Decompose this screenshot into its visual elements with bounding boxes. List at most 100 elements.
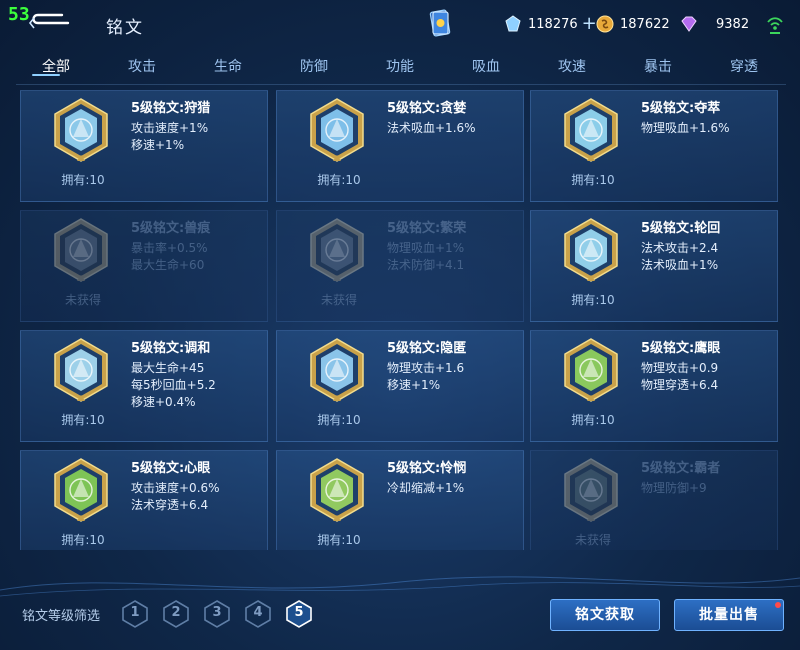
rune-name: 5级铭文:兽痕 — [131, 221, 211, 236]
gold-coin-icon — [596, 15, 614, 33]
rune-grid: 拥有:10 5级铭文:狩猎 攻击速度+1% 移速+1% 拥有:10 5级铭文:贪婪 法术吸血… — [20, 90, 780, 550]
rune-stat: 物理穿透+6.4 — [641, 378, 719, 392]
rune-card[interactable]: 拥有:10 5级铭文:怜悯 冷却缩减+1% — [276, 450, 524, 550]
owned-count: 拥有:10 — [571, 413, 615, 427]
rune-card[interactable]: 拥有:10 5级铭文:夺萃 物理吸血+1.6% — [530, 90, 778, 202]
rune-card[interactable]: 拥有:10 5级铭文:鹰眼 物理攻击+0.9 物理穿透+6.4 — [530, 330, 778, 442]
owned-count: 未获得 — [320, 293, 357, 307]
wifi-icon — [767, 17, 783, 34]
harmony-rune-icon — [54, 338, 108, 402]
rune-stat: 物理攻击+1.6 — [387, 361, 465, 375]
owned-count: 拥有:10 — [571, 293, 615, 307]
rune-name: 5级铭文:轮回 — [641, 221, 721, 236]
diamond-balance: 118276 + — [504, 12, 597, 36]
fps-counter: 53 — [8, 4, 30, 25]
rune-stat: 法术吸血+1.6% — [387, 121, 476, 135]
rune-acquire-button[interactable]: 铭文获取 — [550, 599, 660, 631]
owned-count: 拥有:10 — [317, 173, 361, 187]
level-filter-1[interactable]: 1 — [122, 600, 148, 628]
rune-stat: 法术攻击+2.4 — [641, 241, 719, 255]
rune-stat: 法术吸血+1% — [641, 258, 719, 272]
level-filter-5[interactable]: 5 — [286, 600, 312, 628]
gold-value: 187622 — [620, 16, 670, 32]
rune-stat: 法术防御+4.1 — [387, 258, 465, 272]
rune-name: 5级铭文:贪婪 — [387, 101, 467, 116]
bulk-sell-button[interactable]: 批量出售 — [674, 599, 784, 631]
rune-name: 5级铭文:调和 — [131, 341, 211, 356]
rune-stat: 物理吸血+1.6% — [641, 121, 730, 135]
rune-stat: 攻击速度+0.6% — [131, 481, 220, 495]
prosperity-rune-icon — [310, 218, 364, 282]
tab-2[interactable]: 生命 — [198, 56, 258, 76]
hunting-rune-icon — [54, 98, 108, 162]
tab-3[interactable]: 防御 — [284, 56, 344, 76]
rune-stat: 移速+1% — [387, 378, 441, 392]
tab-6[interactable]: 攻速 — [542, 56, 602, 76]
rune-card[interactable]: 未获得 5级铭文:霸者 物理防御+9 — [530, 450, 778, 550]
back-arrow-icon[interactable] — [28, 12, 70, 34]
rune-name: 5级铭文:心眼 — [131, 461, 211, 476]
owned-count: 拥有:10 — [571, 173, 615, 187]
rune-card[interactable]: 拥有:10 5级铭文:心眼 攻击速度+0.6% 法术穿透+6.4 — [20, 450, 268, 550]
stealth-rune-icon — [310, 338, 364, 402]
tab-4[interactable]: 功能 — [370, 56, 430, 76]
tab-8[interactable]: 穿透 — [714, 56, 774, 76]
rune-card[interactable]: 拥有:10 5级铭文:贪婪 法术吸血+1.6% — [276, 90, 524, 202]
level-filter-2[interactable]: 2 — [163, 600, 189, 628]
rune-card[interactable]: 未获得 5级铭文:兽痕 暴击率+0.5% 最大生命+60 — [20, 210, 268, 322]
rune-stat: 暴击率+0.5% — [131, 241, 208, 255]
active-tab-indicator — [32, 74, 60, 76]
owned-count: 未获得 — [574, 533, 611, 547]
rune-stat: 最大生命+60 — [131, 258, 205, 272]
rune-card[interactable]: 拥有:10 5级铭文:隐匿 物理攻击+1.6 移速+1% — [276, 330, 524, 442]
bulk-sell-label: 批量出售 — [699, 607, 759, 623]
rune-card[interactable]: 拥有:10 5级铭文:狩猎 攻击速度+1% 移速+1% — [20, 90, 268, 202]
gem-icon — [681, 16, 697, 32]
diamond-icon — [505, 15, 521, 32]
gem-balance: 9382 — [680, 12, 749, 36]
tab-0[interactable]: 全部 — [26, 56, 86, 76]
rune-stat: 移速+1% — [131, 138, 185, 152]
level-filter-4[interactable]: 4 — [245, 600, 271, 628]
rune-name: 5级铭文:繁荣 — [387, 221, 467, 236]
cycle-rune-icon — [564, 218, 618, 282]
tab-7[interactable]: 暴击 — [628, 56, 688, 76]
mercy-rune-icon — [310, 458, 364, 522]
owned-count: 拥有:10 — [61, 533, 105, 547]
rune-name: 5级铭文:隐匿 — [387, 341, 467, 356]
rune-card[interactable]: 拥有:10 5级铭文:调和 最大生命+45 每5秒回血+5.2 移速+0.4% — [20, 330, 268, 442]
owned-count: 拥有:10 — [317, 533, 361, 547]
level-filter-3[interactable]: 3 — [204, 600, 230, 628]
owned-count: 未获得 — [64, 293, 101, 307]
level-filter-label: 铭文等级筛选 — [22, 609, 101, 624]
owned-count: 拥有:10 — [61, 413, 105, 427]
rune-name: 5级铭文:狩猎 — [131, 101, 211, 116]
category-tabs: 全部 攻击 生命 防御 功能 吸血 攻速 暴击 穿透 — [16, 48, 786, 85]
mind-eye-rune-icon — [54, 458, 108, 522]
diamond-value: 118276 — [528, 16, 578, 32]
rune-name: 5级铭文:夺萃 — [641, 101, 721, 116]
add-diamond-button[interactable]: + — [582, 15, 597, 33]
tab-1[interactable]: 攻击 — [112, 56, 172, 76]
rune-card[interactable]: 未获得 5级铭文:繁荣 物理吸血+1% 法术防御+4.1 — [276, 210, 524, 322]
rune-stat: 物理攻击+0.9 — [641, 361, 719, 375]
page-title: 铭文 — [106, 18, 144, 38]
gold-balance: 187622 — [596, 12, 670, 36]
rune-name: 5级铭文:鹰眼 — [641, 341, 721, 356]
rune-card[interactable]: 拥有:10 5级铭文:轮回 法术攻击+2.4 法术吸血+1% — [530, 210, 778, 322]
gem-value: 9382 — [716, 16, 750, 32]
rune-stat: 法术穿透+6.4 — [131, 498, 209, 512]
overlord-rune-icon — [564, 458, 618, 522]
tab-5[interactable]: 吸血 — [456, 56, 516, 76]
level-number: 3 — [212, 605, 222, 620]
rune-stat: 物理吸血+1% — [387, 241, 465, 255]
beast-mark-rune-icon — [54, 218, 108, 282]
greed-rune-icon — [310, 98, 364, 162]
rune-book-icon[interactable] — [428, 8, 452, 38]
level-number: 4 — [253, 605, 263, 620]
owned-count: 拥有:10 — [61, 173, 105, 187]
owned-count: 拥有:10 — [317, 413, 361, 427]
extract-rune-icon — [564, 98, 618, 162]
level-number: 2 — [171, 605, 181, 620]
level-number: 5 — [294, 605, 304, 620]
